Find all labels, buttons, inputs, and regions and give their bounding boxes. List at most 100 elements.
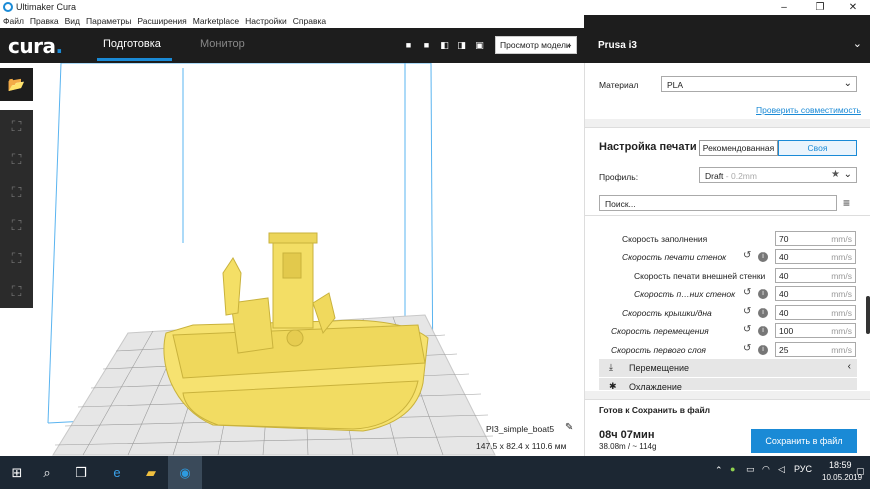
- settings-scrollbar[interactable]: [866, 296, 870, 334]
- save-to-file-button[interactable]: Сохранить в файл: [751, 429, 857, 453]
- network-icon[interactable]: ▭: [746, 464, 755, 475]
- window-title-bar: Ultimaker Cura – ❐ ✕: [0, 0, 870, 15]
- scale-tool-button[interactable]: ⛶: [0, 143, 33, 176]
- profile-select[interactable]: Draft - 0.2mm ★ ⌄: [699, 167, 857, 183]
- language-indicator[interactable]: РУС: [794, 464, 812, 474]
- app-header: cura. Подготовка Монитор ■ ■ ◧ ◨ ▣ Просм…: [0, 28, 584, 63]
- section-divider: [585, 119, 870, 127]
- section-divider-line: [585, 399, 870, 400]
- start-button[interactable]: ⊞: [0, 456, 34, 489]
- menu-parameters[interactable]: Параметры: [83, 15, 134, 28]
- section-divider: [585, 391, 870, 399]
- 3d-viewport[interactable]: PI3_simple_boat5 ✎ 147.5 x 82.4 x 110.6 …: [33, 63, 584, 456]
- notifications-icon[interactable]: ▢: [856, 466, 865, 477]
- menu-bar: Файл Правка Вид Параметры Расширения Mar…: [0, 15, 584, 28]
- star-icon[interactable]: ★: [831, 169, 840, 180]
- taskbar-explorer[interactable]: ▰: [134, 456, 168, 489]
- menu-edit[interactable]: Правка: [27, 15, 62, 28]
- cura-app-icon: [3, 2, 13, 12]
- edge-icon: e: [113, 465, 121, 480]
- profile-value: Draft: [705, 171, 724, 181]
- mode-custom-button[interactable]: Своя: [778, 140, 857, 156]
- rotate-tool-button[interactable]: ⛶: [0, 176, 33, 209]
- material-select[interactable]: PLA ⌄: [661, 76, 857, 92]
- setting-value-input[interactable]: 100 mm/s: [775, 323, 856, 338]
- left-toolbar: 📂 ⛶ ⛶ ⛶ ⛶ ⛶ ⛶: [0, 68, 33, 308]
- move-icon: ⛶: [11, 118, 22, 134]
- windows-taskbar: ⊞ ⌕ ❒ e ▰ ◉ ⌃ ● ▭ ◠ ◁ РУС 18:59 10.05.20…: [0, 456, 870, 489]
- info-icon[interactable]: i: [758, 289, 768, 299]
- setting-value-input[interactable]: 40 mm/s: [775, 305, 856, 320]
- setting-value-input[interactable]: 40 mm/s: [775, 268, 856, 283]
- fan-icon: ✱: [609, 381, 617, 390]
- setting-row: Скорость п…них стенок ↺ i 40 mm/s: [585, 285, 865, 303]
- reset-icon[interactable]: ↺: [743, 324, 751, 335]
- printer-selector[interactable]: Prusa i3 ⌄: [584, 15, 870, 63]
- reset-icon[interactable]: ↺: [743, 287, 751, 298]
- volume-icon[interactable]: ◁: [778, 464, 785, 475]
- setting-value-input[interactable]: 70 mm/s: [775, 231, 856, 246]
- view-3d-icon[interactable]: ■: [404, 41, 413, 50]
- scale-icon: ⛶: [11, 151, 22, 167]
- print-time: 08ч 07мин: [599, 429, 655, 441]
- support-blocker-button[interactable]: ⛶: [0, 275, 33, 308]
- setting-row: Скорость заполнения 70 mm/s: [585, 230, 865, 248]
- window-title: Ultimaker Cura: [16, 2, 77, 12]
- setting-label: Скорость печати внешней стенки: [634, 271, 766, 281]
- cura-logo: cura.: [8, 34, 63, 58]
- view-top-icon[interactable]: ◧: [440, 41, 449, 50]
- model-dimensions: 147.5 x 82.4 x 110.6 мм: [476, 441, 567, 451]
- close-button[interactable]: ✕: [836, 0, 870, 15]
- reset-icon[interactable]: ↺: [743, 306, 751, 317]
- view-left-icon[interactable]: ◨: [457, 41, 466, 50]
- tab-monitor[interactable]: Монитор: [200, 38, 245, 50]
- wifi-icon[interactable]: ◠: [762, 464, 770, 475]
- tab-prepare[interactable]: Подготовка: [103, 38, 161, 50]
- chevron-down-icon: ⌄: [843, 169, 852, 180]
- clock-time[interactable]: 18:59: [829, 460, 852, 470]
- setting-label: Скорость заполнения: [622, 234, 708, 244]
- folder-icon: 📂: [7, 76, 26, 92]
- move-tool-button[interactable]: ⛶: [0, 110, 33, 143]
- settings-search-input[interactable]: Поиск...: [599, 195, 837, 211]
- check-compatibility-link[interactable]: Проверить совместимость: [756, 105, 861, 115]
- open-file-button[interactable]: 📂: [0, 68, 33, 101]
- info-icon[interactable]: i: [758, 326, 768, 336]
- setting-value-input[interactable]: 40 mm/s: [775, 286, 856, 301]
- category-cooling[interactable]: ✱ Охлаждение: [599, 378, 857, 390]
- material-label: Материал: [599, 80, 639, 90]
- task-view-button[interactable]: ❒: [64, 456, 98, 489]
- chevron-up-icon[interactable]: ⌃: [715, 465, 723, 476]
- section-divider-line: [585, 127, 870, 128]
- per-model-settings-button[interactable]: ⛶: [0, 242, 33, 275]
- menu-view[interactable]: Вид: [62, 15, 83, 28]
- menu-marketplace[interactable]: Marketplace: [190, 15, 242, 28]
- menu-file[interactable]: Файл: [0, 15, 27, 28]
- tray-app-icon[interactable]: ●: [730, 464, 735, 474]
- minimize-button[interactable]: –: [767, 0, 801, 15]
- reset-icon[interactable]: ↺: [743, 343, 751, 354]
- maximize-button[interactable]: ❐: [803, 0, 837, 15]
- view-right-icon[interactable]: ▣: [475, 41, 484, 50]
- pencil-icon[interactable]: ✎: [565, 422, 573, 433]
- view-mode-select[interactable]: Просмотр модели ⌄: [495, 36, 577, 54]
- reset-icon[interactable]: ↺: [743, 250, 751, 261]
- mode-recommended-button[interactable]: Рекомендованная: [699, 140, 778, 156]
- setting-value-input[interactable]: 40 mm/s: [775, 249, 856, 264]
- menu-extensions[interactable]: Расширения: [134, 15, 189, 28]
- view-front-icon[interactable]: ■: [422, 41, 431, 50]
- menu-icon[interactable]: ≡: [843, 196, 850, 210]
- taskbar-edge[interactable]: e: [100, 456, 134, 489]
- menu-settings[interactable]: Настройки: [242, 15, 290, 28]
- search-button[interactable]: ⌕: [30, 456, 64, 489]
- setting-value-input[interactable]: 25 mm/s: [775, 342, 856, 357]
- menu-help[interactable]: Справка: [290, 15, 329, 28]
- category-travel[interactable]: ⤓ Перемещение ‹: [599, 359, 857, 377]
- print-settings-panel: Материал PLA ⌄ Проверить совместимость Н…: [584, 63, 870, 456]
- info-icon[interactable]: i: [758, 308, 768, 318]
- mirror-tool-button[interactable]: ⛶: [0, 209, 33, 242]
- taskbar-cura[interactable]: ◉: [168, 456, 202, 489]
- task-view-icon: ❒: [75, 465, 87, 480]
- info-icon[interactable]: i: [758, 252, 768, 262]
- info-icon[interactable]: i: [758, 345, 768, 355]
